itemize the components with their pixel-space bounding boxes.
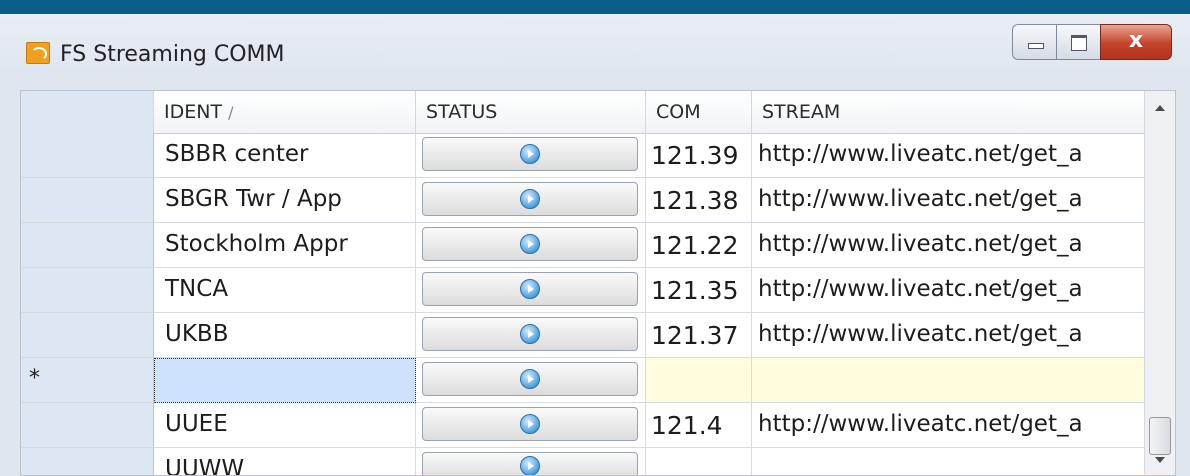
status-cell xyxy=(416,448,646,475)
com-cell[interactable] xyxy=(646,448,752,475)
ident-cell[interactable]: SBGR Twr / App xyxy=(154,178,416,223)
ident-input-cell[interactable] xyxy=(154,358,416,403)
play-button[interactable] xyxy=(422,227,638,261)
close-button[interactable]: x xyxy=(1100,24,1172,60)
window-controls: x xyxy=(1012,24,1172,60)
stream-grid: IDENT / STATUS COM STREAM SBBR center 12… xyxy=(20,90,1176,476)
row-header[interactable] xyxy=(21,223,154,268)
minimize-button[interactable] xyxy=(1012,24,1056,60)
play-button[interactable] xyxy=(422,452,638,475)
com-cell[interactable]: 121.39 xyxy=(646,133,752,178)
row-header-corner[interactable] xyxy=(21,91,154,133)
stream-cell[interactable]: http://www.liveatc.net/get_a xyxy=(752,223,1145,268)
stream-cell[interactable]: http://www.liveatc.net/get_a xyxy=(752,133,1145,178)
sort-indicator-icon: / xyxy=(228,103,234,122)
app-window: FS Streaming COMM x IDENT / STATUS COM S… xyxy=(0,14,1190,476)
maximize-button[interactable] xyxy=(1056,24,1100,60)
status-cell xyxy=(416,223,646,268)
play-button[interactable] xyxy=(422,137,638,171)
play-icon xyxy=(520,324,540,344)
stream-cell[interactable]: http://www.liveatc.net/get_a xyxy=(752,313,1145,358)
play-icon xyxy=(520,144,540,164)
play-button[interactable] xyxy=(422,182,638,216)
status-cell xyxy=(416,133,646,178)
vertical-scrollbar[interactable] xyxy=(1144,91,1175,475)
table-row[interactable]: TNCA 121.35 http://www.liveatc.net/get_a xyxy=(21,268,1145,313)
com-cell[interactable]: 121.37 xyxy=(646,313,752,358)
com-cell[interactable]: 121.35 xyxy=(646,268,752,313)
stream-cell[interactable]: http://www.liveatc.net/get_a xyxy=(752,268,1145,313)
stream-cell[interactable] xyxy=(752,358,1145,403)
row-header[interactable] xyxy=(21,133,154,178)
play-icon xyxy=(520,369,540,389)
com-cell[interactable]: 121.38 xyxy=(646,178,752,223)
status-cell xyxy=(416,178,646,223)
stream-cell[interactable]: http://www.liveatc.net/get_a xyxy=(752,178,1145,223)
row-header[interactable] xyxy=(21,403,154,448)
ident-cell[interactable]: Stockholm Appr xyxy=(154,223,416,268)
stream-cell[interactable] xyxy=(752,448,1145,475)
scroll-up-icon[interactable] xyxy=(1145,97,1175,123)
play-button[interactable] xyxy=(422,272,638,306)
row-header[interactable] xyxy=(21,448,154,475)
table-row[interactable]: SBGR Twr / App 121.38 http://www.liveatc… xyxy=(21,178,1145,223)
play-button[interactable] xyxy=(422,362,638,396)
status-cell xyxy=(416,313,646,358)
ident-cell[interactable]: SBBR center xyxy=(154,133,416,178)
table-row[interactable]: SBBR center 121.39 http://www.liveatc.ne… xyxy=(21,133,1145,178)
title-bar[interactable]: FS Streaming COMM x xyxy=(0,14,1190,80)
grid-header: IDENT / STATUS COM STREAM xyxy=(21,91,1145,134)
com-cell[interactable]: 121.22 xyxy=(646,223,752,268)
ident-cell[interactable]: UUWW xyxy=(154,448,416,475)
play-icon xyxy=(520,456,540,475)
table-row[interactable]: UUWW xyxy=(21,448,1145,475)
radio-app-icon xyxy=(26,42,50,64)
column-header-ident[interactable]: IDENT / xyxy=(154,91,416,133)
column-header-stream[interactable]: STREAM xyxy=(752,91,1145,133)
com-cell[interactable]: 121.4 xyxy=(646,403,752,448)
grid-body: SBBR center 121.39 http://www.liveatc.ne… xyxy=(21,133,1145,475)
ident-cell[interactable]: UKBB xyxy=(154,313,416,358)
ident-cell[interactable]: UUEE xyxy=(154,403,416,448)
play-icon xyxy=(520,279,540,299)
column-header-com[interactable]: COM xyxy=(646,91,752,133)
play-icon xyxy=(520,234,540,254)
close-icon: x xyxy=(1128,28,1144,53)
status-cell xyxy=(416,358,646,403)
table-row[interactable]: UKBB 121.37 http://www.liveatc.net/get_a xyxy=(21,313,1145,358)
com-cell[interactable] xyxy=(646,358,752,403)
window-title: FS Streaming COMM xyxy=(60,42,285,67)
new-row[interactable]: * xyxy=(21,358,1145,403)
row-header[interactable] xyxy=(21,268,154,313)
table-row[interactable]: UUEE 121.4 http://www.liveatc.net/get_a xyxy=(21,403,1145,448)
row-header[interactable] xyxy=(21,178,154,223)
ident-cell[interactable]: TNCA xyxy=(154,268,416,313)
stream-cell[interactable]: http://www.liveatc.net/get_a xyxy=(752,403,1145,448)
status-cell xyxy=(416,403,646,448)
play-button[interactable] xyxy=(422,407,638,441)
play-icon xyxy=(520,189,540,209)
row-header[interactable] xyxy=(21,313,154,358)
column-header-status[interactable]: STATUS xyxy=(416,91,646,133)
table-row[interactable]: Stockholm Appr 121.22 http://www.liveatc… xyxy=(21,223,1145,268)
scroll-down-icon[interactable] xyxy=(1145,447,1175,473)
new-row-marker[interactable]: * xyxy=(21,358,154,403)
play-button[interactable] xyxy=(422,317,638,351)
window-top-border xyxy=(0,0,1190,14)
status-cell xyxy=(416,268,646,313)
play-icon xyxy=(520,414,540,434)
